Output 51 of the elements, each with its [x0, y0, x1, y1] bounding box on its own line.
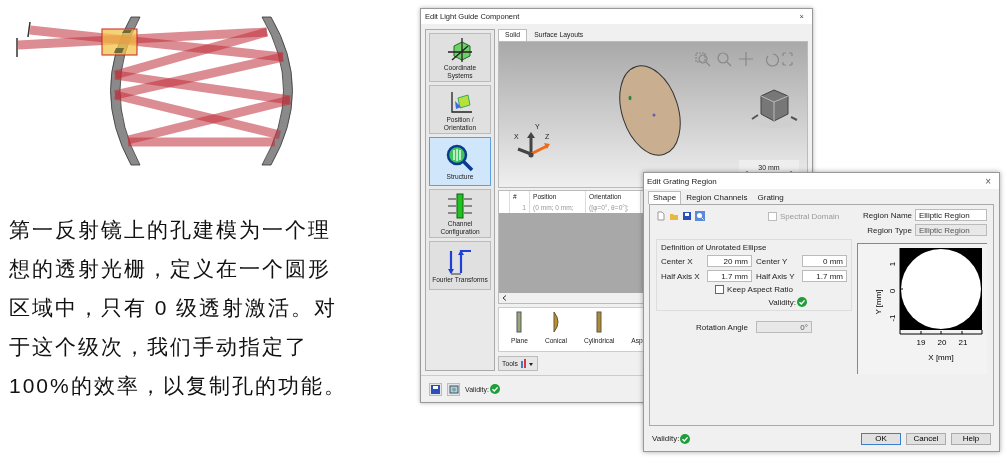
dialog-button[interactable]: Cancel	[906, 432, 946, 445]
text-field[interactable]: 20 mm	[707, 255, 752, 267]
field-label: Region Type	[867, 225, 912, 235]
window-title: Edit Grating Region	[647, 176, 717, 186]
cube-axes-icon	[446, 35, 474, 64]
double-arrow-icon	[446, 247, 474, 276]
box-icon	[448, 384, 459, 394]
search-icon[interactable]	[695, 211, 705, 221]
group-title: Definition of Unrotated Ellipse	[661, 243, 768, 252]
y-axis-title: Y [mm]	[874, 289, 883, 315]
view-button[interactable]	[447, 382, 460, 396]
rod-icon	[595, 311, 604, 334]
field-label: Half Axis Y	[756, 271, 796, 281]
plate-icon	[515, 311, 524, 334]
x-axis-title: X [mm]	[928, 353, 954, 362]
dialog-button[interactable]: Help	[951, 432, 991, 445]
checkbox[interactable]	[715, 285, 725, 294]
validity-label: Validity:	[652, 434, 680, 443]
field-label: Region Name	[863, 210, 912, 220]
text-field[interactable]: 1.7 mm	[707, 270, 752, 282]
y-tick-label: -1	[888, 314, 897, 322]
text-field[interactable]: 0 mm	[802, 255, 847, 267]
field-label: Center X	[661, 256, 694, 266]
tools-icon	[519, 359, 534, 369]
tab[interactable]: Region Channels	[681, 191, 753, 204]
x-tick-label: 21	[958, 338, 968, 347]
y-tick-label: 1	[888, 261, 897, 267]
tab[interactable]: Shape	[648, 191, 682, 204]
scroll-left-icon[interactable]	[502, 295, 507, 302]
caption-paragraph: 第一反射镜上的孔建模为一个理想的透射光栅，定义在一个圆形区域中，只有 0 级透射激活。对于这个级次，我们手动指定了100%的效率，以复制孔的功能。	[9, 217, 348, 399]
field-label: Half Axis X	[661, 271, 701, 281]
text-field[interactable]: 1.7 mm	[802, 270, 847, 282]
save-button[interactable]	[429, 382, 442, 396]
magnifier-icon	[445, 142, 475, 173]
check-icon	[797, 297, 807, 307]
close-button[interactable]: ×	[985, 175, 991, 187]
field-label: Rotation Angle	[696, 322, 750, 332]
x-tick-label: 19	[916, 338, 926, 347]
validity-label: Validity:	[768, 297, 796, 307]
y-tick-label: 0	[888, 288, 897, 294]
field-label: Center Y	[756, 256, 789, 266]
check-icon	[680, 433, 691, 444]
checkbox-label: Keep Aspect Ratio	[727, 285, 793, 294]
checkbox-label: Spectral Domain	[780, 211, 840, 221]
new-file-icon[interactable]	[656, 211, 666, 221]
check-icon	[490, 384, 500, 395]
bar-arrows-icon	[446, 191, 474, 220]
x-tick-label: 20	[937, 338, 947, 347]
text-field[interactable]: Elliptic Region	[915, 209, 987, 221]
tab[interactable]: Grating	[752, 191, 789, 204]
dialog-button[interactable]: OK	[861, 432, 901, 445]
